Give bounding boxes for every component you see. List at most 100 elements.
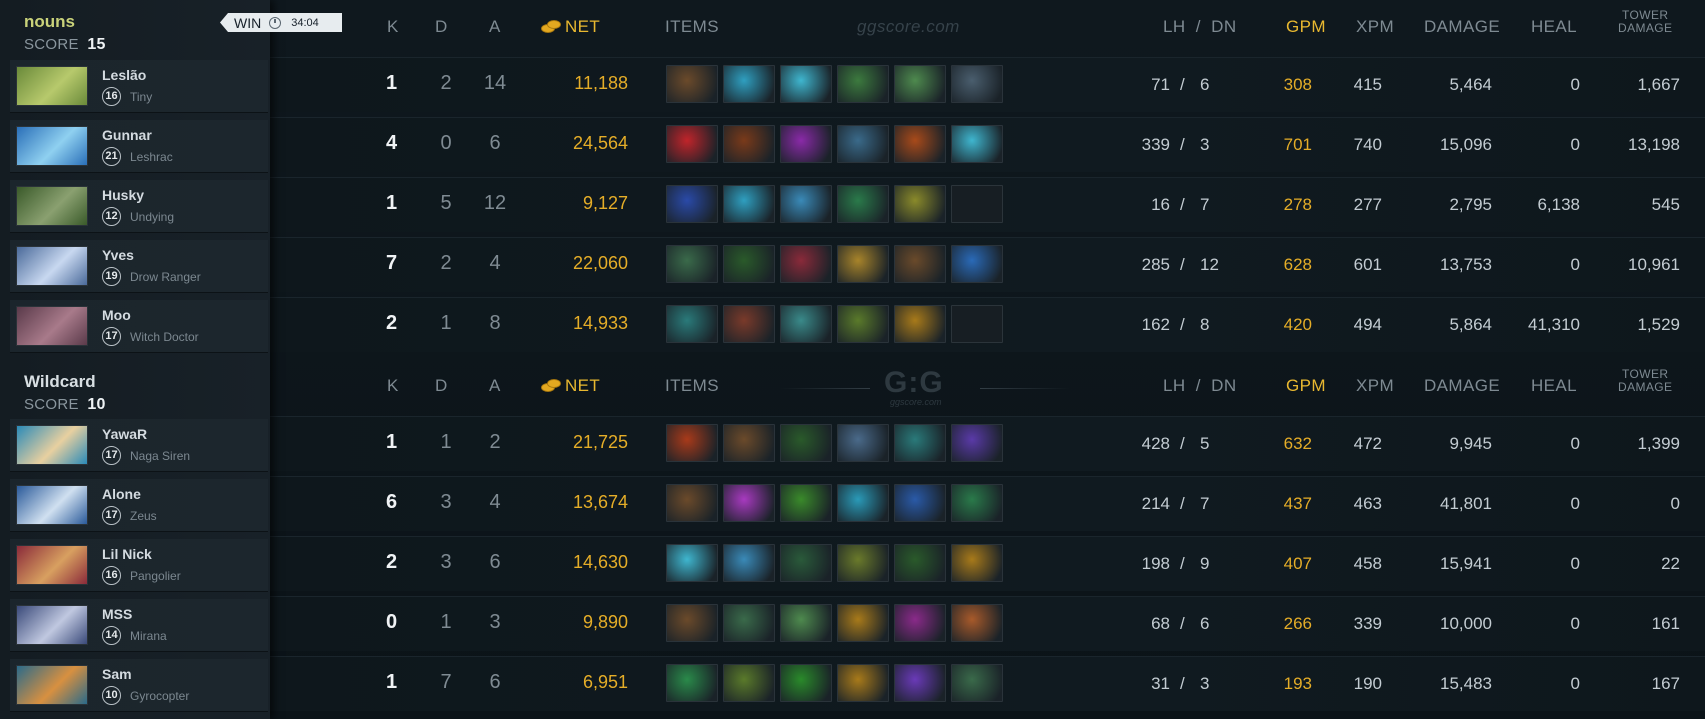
- item-icon[interactable]: [837, 424, 889, 462]
- item-icon[interactable]: [666, 484, 718, 522]
- item-icon[interactable]: [951, 484, 1003, 522]
- assists-value: 6: [489, 671, 501, 693]
- item-icon[interactable]: [951, 125, 1003, 163]
- player-name[interactable]: Husky: [102, 187, 144, 203]
- player-card[interactable]: MSS 14 Mirana: [10, 599, 268, 652]
- item-icon[interactable]: [723, 424, 775, 462]
- item-icon[interactable]: [723, 544, 775, 582]
- player-name[interactable]: Lil Nick: [102, 546, 152, 562]
- item-icon[interactable]: [666, 185, 718, 223]
- item-icon[interactable]: [894, 604, 946, 642]
- item-icon[interactable]: [780, 185, 832, 223]
- player-card[interactable]: Husky 12 Undying: [10, 180, 268, 233]
- item-icon[interactable]: [837, 245, 889, 283]
- item-icon[interactable]: [951, 65, 1003, 103]
- last-hits-value: 16: [1151, 195, 1170, 214]
- item-icon[interactable]: [951, 544, 1003, 582]
- header-last-hits: LH / DN: [1163, 17, 1237, 36]
- match-duration: 34:04: [291, 16, 319, 29]
- item-icon[interactable]: [837, 664, 889, 702]
- item-icon[interactable]: [780, 245, 832, 283]
- player-card[interactable]: Yves 19 Drow Ranger: [10, 240, 268, 293]
- assists-value: 4: [489, 252, 501, 274]
- player-name[interactable]: Sam: [102, 666, 132, 682]
- net-worth-value: 14,933: [572, 313, 628, 333]
- item-icon[interactable]: [723, 604, 775, 642]
- item-icon[interactable]: [666, 604, 718, 642]
- item-icon[interactable]: [666, 245, 718, 283]
- lh-dn-separator: /: [1180, 554, 1185, 573]
- player-card[interactable]: Sam 10 Gyrocopter: [10, 659, 268, 712]
- item-icon[interactable]: [723, 245, 775, 283]
- item-icon[interactable]: [894, 65, 946, 103]
- item-icon[interactable]: [780, 65, 832, 103]
- item-icon[interactable]: [780, 664, 832, 702]
- player-name[interactable]: Alone: [102, 486, 141, 502]
- item-icon[interactable]: [666, 305, 718, 343]
- item-icon[interactable]: [666, 544, 718, 582]
- xpm-value: 277: [1353, 195, 1382, 214]
- denies-value: 5: [1200, 434, 1210, 453]
- hero-level: 19: [102, 267, 121, 286]
- item-icon[interactable]: [723, 125, 775, 163]
- item-icon[interactable]: [894, 185, 946, 223]
- player-card[interactable]: Gunnar 21 Leshrac: [10, 120, 268, 173]
- item-icon[interactable]: [894, 125, 946, 163]
- item-icon[interactable]: [894, 305, 946, 343]
- item-icon[interactable]: [837, 305, 889, 343]
- item-icon[interactable]: [894, 544, 946, 582]
- denies-value: 3: [1200, 135, 1210, 154]
- player-name[interactable]: Leslão: [102, 67, 146, 83]
- logo-text: G:G: [884, 366, 944, 399]
- header-damage: DAMAGE: [1424, 17, 1501, 36]
- hero-name: Witch Doctor: [130, 330, 199, 344]
- item-icon[interactable]: [780, 424, 832, 462]
- player-name[interactable]: MSS: [102, 606, 132, 622]
- net-worth-value: 24,564: [572, 133, 628, 153]
- item-icon[interactable]: [951, 604, 1003, 642]
- item-icon[interactable]: [780, 544, 832, 582]
- player-card[interactable]: Moo 17 Witch Doctor: [10, 300, 268, 353]
- player-name[interactable]: Moo: [102, 307, 131, 323]
- item-icon[interactable]: [951, 245, 1003, 283]
- score-label: SCORE: [24, 396, 79, 413]
- item-icon[interactable]: [666, 664, 718, 702]
- item-icon[interactable]: [723, 185, 775, 223]
- team-score: SCORE 10: [24, 396, 264, 414]
- tower-damage-value: 1,667: [1637, 75, 1680, 94]
- item-icon[interactable]: [951, 664, 1003, 702]
- item-icon[interactable]: [723, 305, 775, 343]
- item-icon[interactable]: [837, 65, 889, 103]
- player-card[interactable]: Lil Nick 16 Pangolier: [10, 539, 268, 592]
- item-icon[interactable]: [894, 484, 946, 522]
- item-icon[interactable]: [894, 245, 946, 283]
- item-icon[interactable]: [951, 424, 1003, 462]
- header-kills: K: [387, 376, 399, 395]
- item-icon[interactable]: [723, 664, 775, 702]
- item-icon[interactable]: [780, 125, 832, 163]
- player-name[interactable]: Yves: [102, 247, 134, 263]
- hero-portrait: [16, 66, 88, 106]
- item-icon[interactable]: [666, 125, 718, 163]
- item-icon[interactable]: [894, 424, 946, 462]
- player-card[interactable]: Leslão 16 Tiny: [10, 60, 268, 113]
- item-icon[interactable]: [837, 484, 889, 522]
- player-name[interactable]: YawaR: [102, 426, 147, 442]
- item-icon[interactable]: [666, 424, 718, 462]
- item-icon[interactable]: [780, 604, 832, 642]
- item-icon[interactable]: [837, 185, 889, 223]
- item-icon[interactable]: [723, 65, 775, 103]
- item-icon[interactable]: [666, 65, 718, 103]
- item-icon[interactable]: [780, 484, 832, 522]
- hero-level: 17: [102, 506, 121, 525]
- item-icon[interactable]: [837, 544, 889, 582]
- gpm-value: 437: [1283, 494, 1312, 513]
- item-icon[interactable]: [894, 664, 946, 702]
- item-icon[interactable]: [837, 604, 889, 642]
- player-name[interactable]: Gunnar: [102, 127, 152, 143]
- item-icon[interactable]: [837, 125, 889, 163]
- item-icon[interactable]: [780, 305, 832, 343]
- player-card[interactable]: Alone 17 Zeus: [10, 479, 268, 532]
- item-icon[interactable]: [723, 484, 775, 522]
- player-card[interactable]: YawaR 17 Naga Siren: [10, 419, 268, 472]
